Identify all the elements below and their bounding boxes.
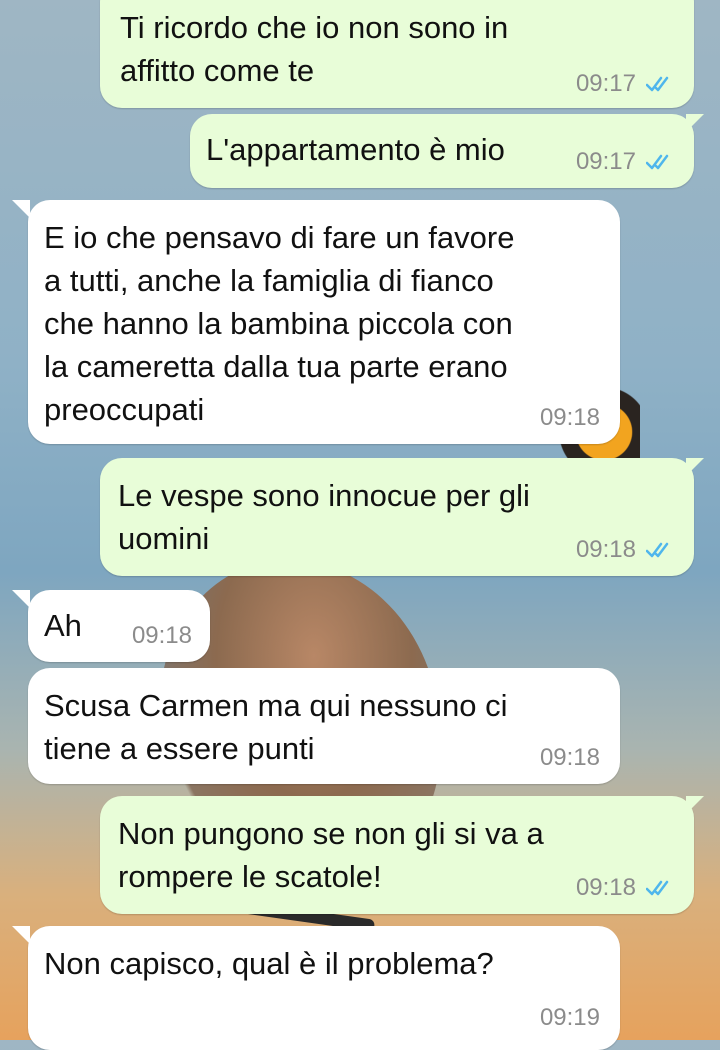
message-meta: 09:18 <box>540 406 600 430</box>
message-time: 09:18 <box>575 874 636 901</box>
message-meta: 09:18 <box>540 746 600 770</box>
message-text: L'appartamento è mio <box>206 132 505 167</box>
message-text: Ah <box>44 608 82 643</box>
message-text: Ti ricordo che io non sono in affitto co… <box>120 10 509 88</box>
message-incoming[interactable]: E io che pensavo di fare un favore a tut… <box>12 200 620 444</box>
message-time: 09:19 <box>539 1004 600 1031</box>
message-time: 09:17 <box>575 70 636 97</box>
message-text: E io che pensavo di fare un favore a tut… <box>44 220 515 427</box>
message-incoming[interactable]: Scusa Carmen ma qui nessuno ci tiene a e… <box>28 668 620 784</box>
bubble-tail <box>686 458 704 476</box>
message-incoming[interactable]: Non capisco, qual è il problema? 09:19 <box>12 926 620 1050</box>
message-outgoing[interactable]: Non pungono se non gli si va a rompere l… <box>100 796 704 914</box>
message-time: 09:18 <box>539 404 600 431</box>
message-time: 09:18 <box>539 744 600 771</box>
message-meta: 09:18 <box>576 538 676 562</box>
message-meta: 09:17 <box>576 150 676 174</box>
message-meta: 09:19 <box>540 1006 600 1030</box>
message-outgoing[interactable]: L'appartamento è mio 09:17 <box>190 114 704 188</box>
message-meta: 09:17 <box>576 72 676 96</box>
message-meta: 09:18 <box>576 876 676 900</box>
double-check-icon <box>646 542 669 558</box>
bubble-tail <box>12 590 30 608</box>
double-check-icon <box>646 154 669 170</box>
message-incoming[interactable]: Ah 09:18 <box>12 590 210 662</box>
message-text: Non pungono se non gli si va a rompere l… <box>118 816 544 894</box>
message-meta: 09:18 <box>132 624 192 648</box>
bubble-tail <box>686 114 704 132</box>
message-time: 09:18 <box>131 622 192 649</box>
double-check-icon <box>646 880 669 896</box>
bubble-tail <box>686 796 704 814</box>
bubble-tail <box>12 926 30 944</box>
double-check-icon <box>646 76 669 92</box>
message-text: Non capisco, qual è il problema? <box>44 946 494 981</box>
message-time: 09:18 <box>575 536 636 563</box>
message-text: Le vespe sono innocue per gli uomini <box>118 478 530 556</box>
message-outgoing[interactable]: Ti ricordo che io non sono in affitto co… <box>100 0 694 108</box>
message-text: Scusa Carmen ma qui nessuno ci tiene a e… <box>44 688 508 766</box>
bubble-tail <box>12 200 30 218</box>
message-outgoing[interactable]: Le vespe sono innocue per gli uomini 09:… <box>100 458 704 576</box>
message-time: 09:17 <box>575 148 636 175</box>
